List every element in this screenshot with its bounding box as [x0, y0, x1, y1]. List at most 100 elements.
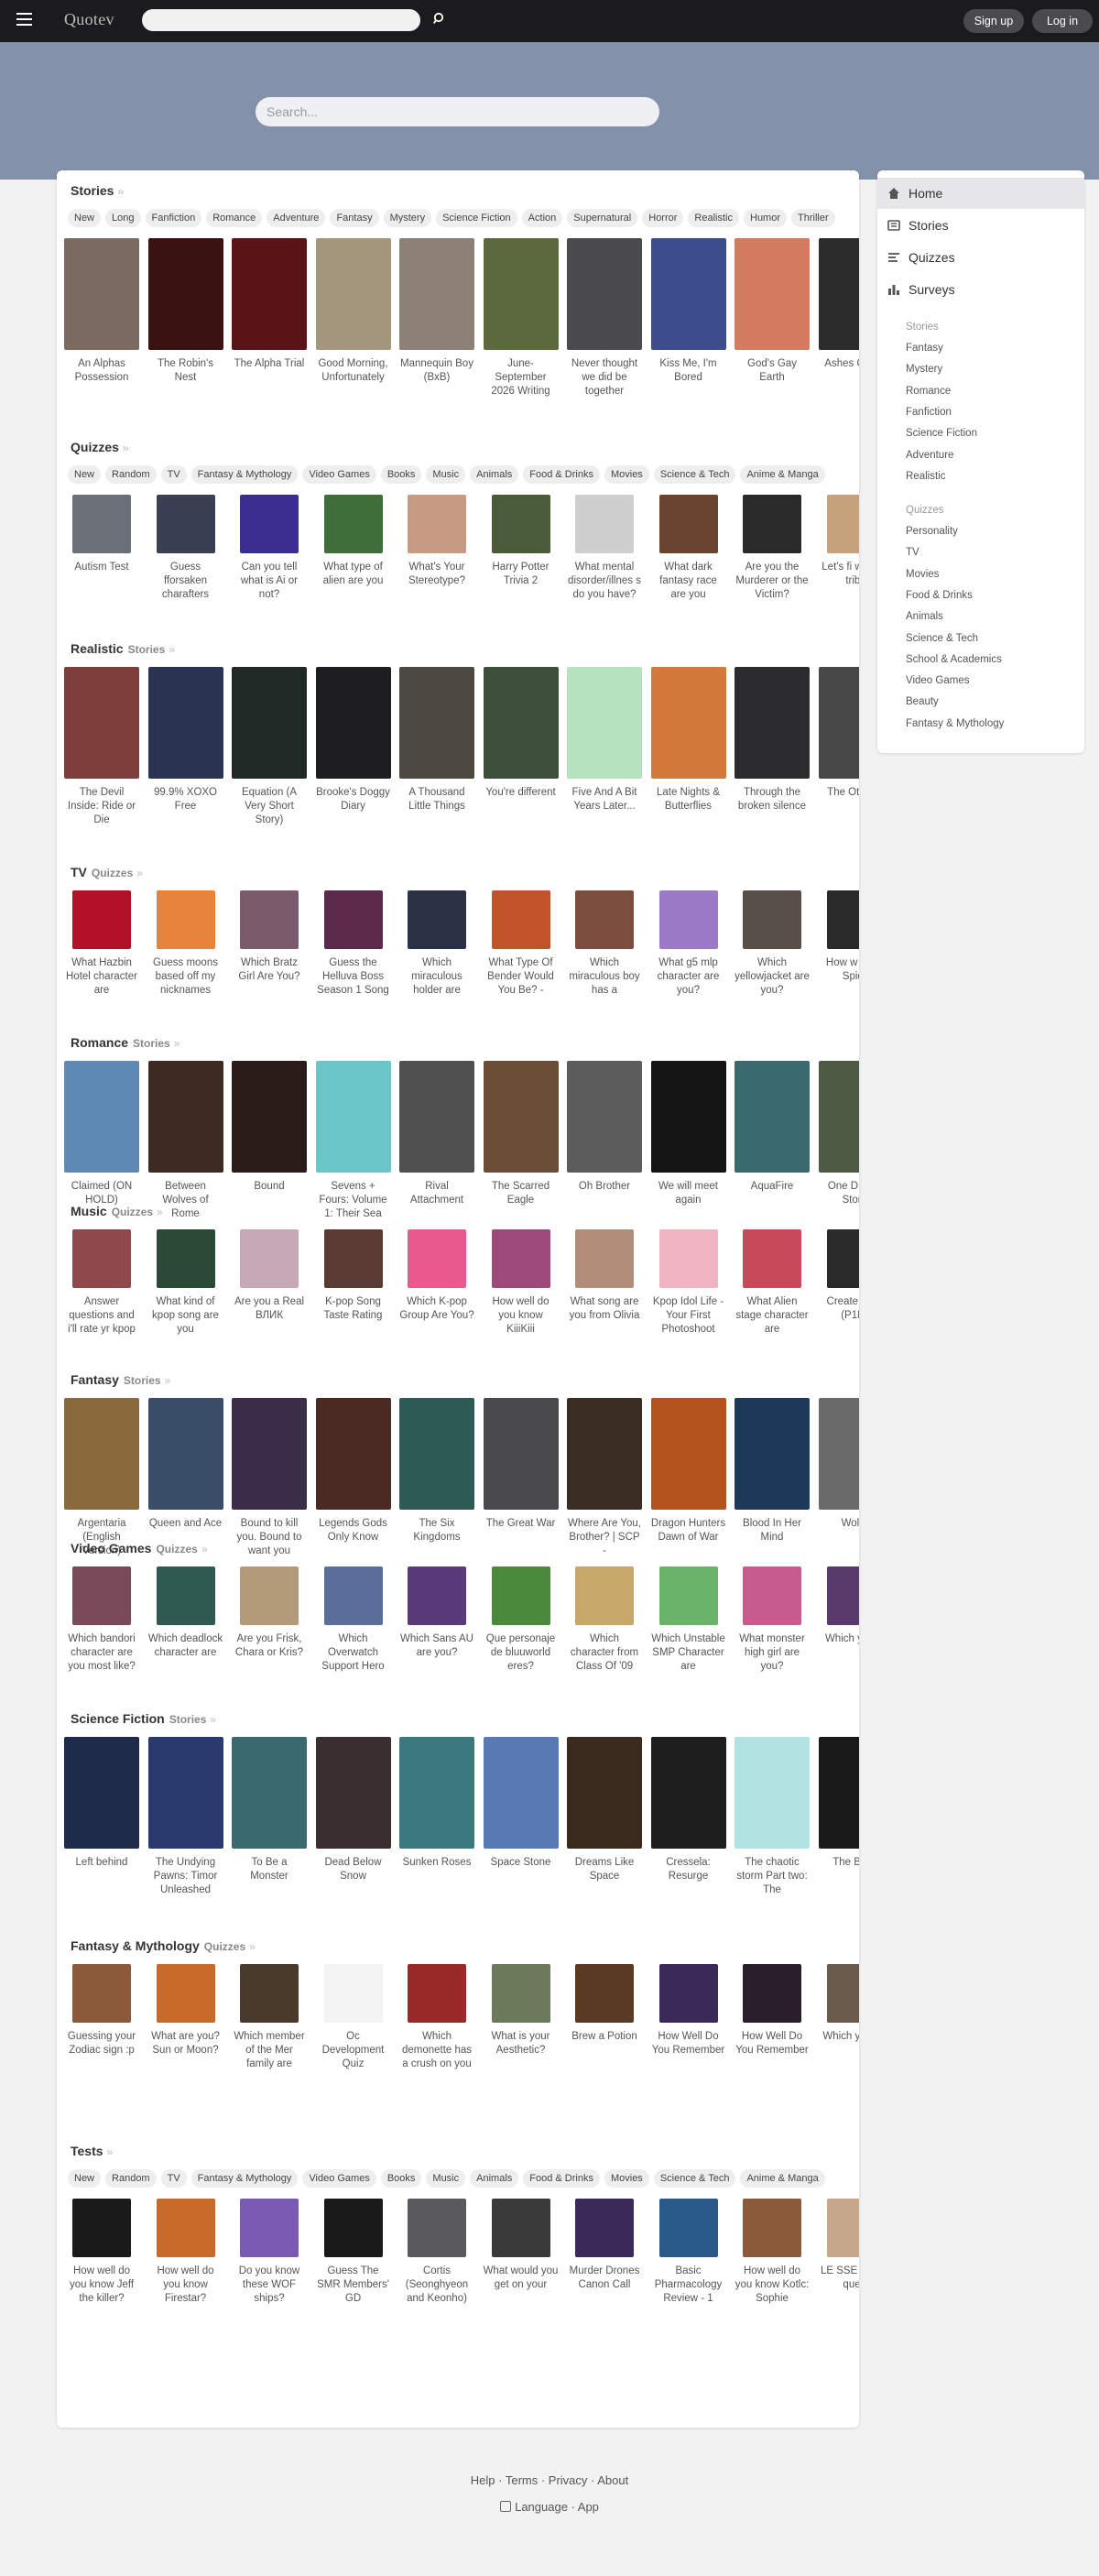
- category-chip[interactable]: Video Games: [302, 465, 376, 484]
- card-title[interactable]: Brew a Potion: [566, 2030, 643, 2044]
- card-title[interactable]: How well do you know Firestar?: [147, 2265, 224, 2306]
- card-title[interactable]: Guess fforsaken charafters: [147, 561, 224, 602]
- card-title[interactable]: What's Your Stereotype?: [398, 561, 475, 588]
- cover-image[interactable]: [399, 238, 474, 350]
- sidebar-link[interactable]: Science Fiction: [906, 428, 977, 439]
- cover-image[interactable]: [315, 238, 391, 350]
- quiz-card[interactable]: Which Sans AU are you?: [398, 1566, 475, 1660]
- card-title[interactable]: Queen and Ace: [147, 1517, 224, 1531]
- card-title[interactable]: Murder Drones Canon Call: [566, 2265, 643, 2292]
- cover-image[interactable]: [156, 1566, 215, 1625]
- story-card[interactable]: The Bl Be: [818, 1737, 859, 1870]
- cover-image[interactable]: [408, 495, 466, 553]
- quiz-card[interactable]: Which you bel: [818, 1964, 859, 2044]
- card-title[interactable]: Which Overwatch Support Hero: [315, 1632, 392, 1674]
- card-title[interactable]: Autism Test: [63, 561, 140, 574]
- quiz-card[interactable]: What Hazbin Hotel character are: [63, 890, 140, 998]
- card-title[interactable]: What g5 mlp character are you?: [650, 956, 727, 998]
- category-chip[interactable]: Food & Drinks: [523, 2169, 600, 2188]
- story-card[interactable]: One D Time Storie: [818, 1061, 859, 1207]
- footer-links[interactable]: Help · Terms · Privacy · About: [0, 2473, 1099, 2487]
- cover-image[interactable]: [818, 1061, 859, 1173]
- card-title[interactable]: The Undying Pawns: Timor Unleashed: [147, 1856, 224, 1897]
- quiz-card[interactable]: What is your Aesthetic?: [483, 1964, 560, 2058]
- card-title[interactable]: Sevens + Fours: Volume 1: Their Sea: [315, 1180, 392, 1221]
- card-title[interactable]: What song are you from Olivia: [566, 1295, 643, 1323]
- quiz-card[interactable]: Which miraculous holder are: [398, 890, 475, 998]
- quiz-card[interactable]: What Alien stage character are: [734, 1229, 811, 1337]
- cover-image[interactable]: [399, 1737, 474, 1849]
- story-card[interactable]: Between Wolves of Rome: [147, 1061, 224, 1221]
- menu-icon[interactable]: [16, 13, 32, 26]
- cover-image[interactable]: [232, 238, 307, 350]
- story-card[interactable]: The Alpha Trial: [231, 238, 308, 371]
- category-chip[interactable]: Romance: [206, 209, 263, 227]
- cover-image[interactable]: [399, 1398, 474, 1510]
- card-title[interactable]: What would you get on your: [483, 2265, 560, 2292]
- card-title[interactable]: Which demonette has a crush on you: [398, 2030, 475, 2071]
- card-title[interactable]: Which bandori character are you most lik…: [63, 1632, 140, 1674]
- cover-image[interactable]: [72, 1229, 131, 1288]
- card-title[interactable]: What Hazbin Hotel character are: [63, 956, 140, 998]
- cover-image[interactable]: [650, 238, 726, 350]
- quiz-card[interactable]: Which yellowjacket are you?: [734, 890, 811, 998]
- quiz-card[interactable]: Which K-pop Group Are You?: [398, 1229, 475, 1323]
- section-title[interactable]: Science Fiction Stories»: [71, 1711, 216, 1726]
- cover-image[interactable]: [408, 1566, 466, 1625]
- cover-image[interactable]: [491, 2199, 550, 2257]
- quiz-card[interactable]: Oc Development Quiz: [315, 1964, 392, 2071]
- quiz-card[interactable]: K-pop Song Taste Rating: [315, 1229, 392, 1323]
- cover-image[interactable]: [240, 2199, 299, 2257]
- cover-image[interactable]: [567, 667, 642, 779]
- cover-image[interactable]: [575, 1229, 634, 1288]
- category-chip[interactable]: Video Games: [302, 2169, 376, 2188]
- card-title[interactable]: Dreams Like Space: [566, 1856, 643, 1883]
- cover-image[interactable]: [64, 238, 139, 350]
- card-title[interactable]: Cortis (Seonghyeon and Keonho): [398, 2265, 475, 2306]
- quiz-card[interactable]: How well do you know Kotlc: Sophie: [734, 2199, 811, 2306]
- cover-image[interactable]: [818, 1398, 859, 1510]
- cover-image[interactable]: [156, 1964, 215, 2023]
- card-title[interactable]: Que personaje de bluuworld eres?: [483, 1632, 560, 1674]
- story-card[interactable]: Sevens + Fours: Volume 1: Their Sea: [315, 1061, 392, 1221]
- cover-image[interactable]: [147, 1398, 223, 1510]
- card-title[interactable]: Dead Below Snow: [315, 1856, 392, 1883]
- quiz-card[interactable]: What would you get on your: [483, 2199, 560, 2292]
- cover-image[interactable]: [315, 1737, 391, 1849]
- quiz-card[interactable]: Let's fi which c tribe: [818, 495, 859, 588]
- cover-image[interactable]: [240, 1964, 299, 2023]
- quiz-card[interactable]: Harry Potter Trivia 2: [483, 495, 560, 588]
- cover-image[interactable]: [818, 1737, 859, 1849]
- card-title[interactable]: Are you the Murderer or the Victim?: [734, 561, 811, 602]
- story-card[interactable]: A Thousand Little Things: [398, 667, 475, 813]
- section-title-label[interactable]: Video Games: [71, 1541, 151, 1555]
- card-title[interactable]: Oh Brother: [566, 1180, 643, 1194]
- story-card[interactable]: Argentaria (English Version): [63, 1398, 140, 1558]
- quiz-card[interactable]: Which deadlock character are: [147, 1566, 224, 1660]
- card-title[interactable]: What type of alien are you: [315, 561, 392, 588]
- quiz-card[interactable]: Can you tell what is Ai or not?: [231, 495, 308, 602]
- chevron-right-icon[interactable]: »: [169, 643, 175, 656]
- chevron-right-icon[interactable]: »: [174, 1037, 180, 1050]
- story-card[interactable]: God's Gay Earth: [734, 238, 811, 385]
- quiz-card[interactable]: How well do you know KiiiKiii: [483, 1229, 560, 1337]
- cover-image[interactable]: [743, 495, 801, 553]
- quiz-card[interactable]: Basic Pharmacology Review - 1: [650, 2199, 727, 2306]
- category-chip[interactable]: Movies: [604, 2169, 649, 2188]
- quiz-card[interactable]: Which miraculous boy has a: [566, 890, 643, 998]
- section-title[interactable]: Video Games Quizzes »: [71, 1541, 208, 1555]
- sidebar-heading[interactable]: Stories: [906, 322, 939, 333]
- card-title[interactable]: What are you? Sun or Moon?: [147, 2030, 224, 2058]
- cover-image[interactable]: [240, 495, 299, 553]
- cover-image[interactable]: [734, 667, 810, 779]
- story-card[interactable]: Ashes Crown: [818, 238, 859, 371]
- card-title[interactable]: Legends Gods Only Know: [315, 1517, 392, 1545]
- quiz-card[interactable]: Which demonette has a crush on you: [398, 1964, 475, 2071]
- quiz-card[interactable]: Which bandori character are you most lik…: [63, 1566, 140, 1674]
- sidebar-link[interactable]: Personality: [906, 526, 958, 537]
- section-title-label[interactable]: Quizzes: [71, 440, 119, 454]
- quiz-card[interactable]: Which Unstable SMP Character are: [650, 1566, 727, 1674]
- cover-image[interactable]: [826, 890, 859, 949]
- quiz-card[interactable]: Que personaje de bluuworld eres?: [483, 1566, 560, 1674]
- card-title[interactable]: Kpop Idol Life - Your First Photoshoot: [650, 1295, 727, 1337]
